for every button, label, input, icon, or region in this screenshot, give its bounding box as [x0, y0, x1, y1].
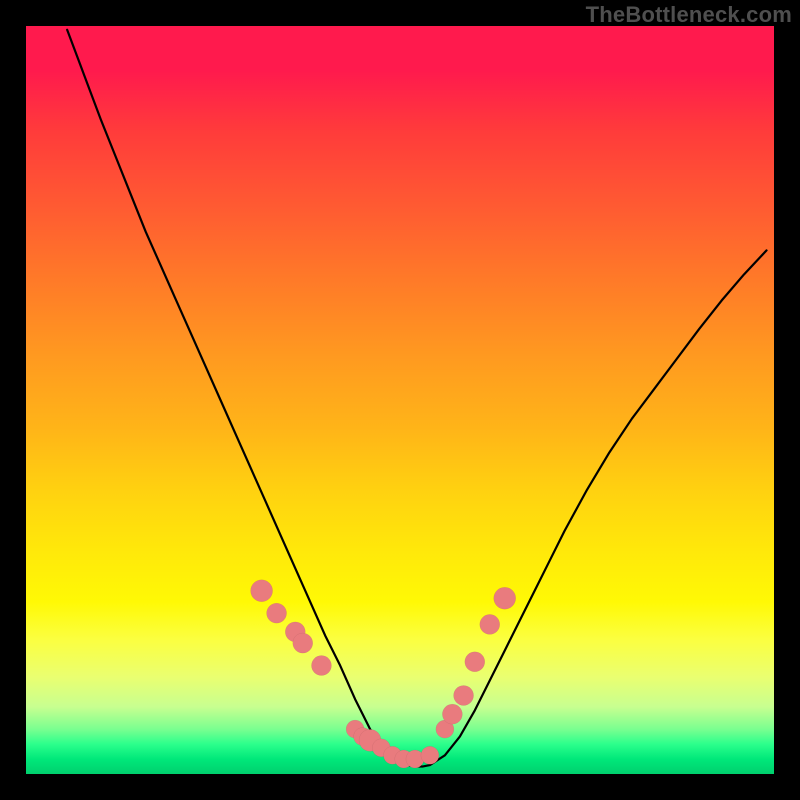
bottleneck-curve: [67, 30, 766, 767]
watermark-text: TheBottleneck.com: [586, 2, 792, 28]
plot-area: [26, 26, 774, 774]
chart-svg: [26, 26, 774, 774]
scatter-dot: [454, 685, 474, 705]
scatter-dot: [311, 656, 331, 676]
chart-frame: TheBottleneck.com: [0, 0, 800, 800]
scatter-dot: [251, 580, 273, 602]
scatter-dot: [480, 614, 500, 634]
scatter-dot: [267, 603, 287, 623]
scatter-dot: [293, 633, 313, 653]
scatter-dots: [251, 580, 516, 768]
scatter-dot: [442, 704, 462, 724]
scatter-dot: [494, 587, 516, 609]
scatter-dot: [421, 746, 439, 764]
scatter-dot: [465, 652, 485, 672]
